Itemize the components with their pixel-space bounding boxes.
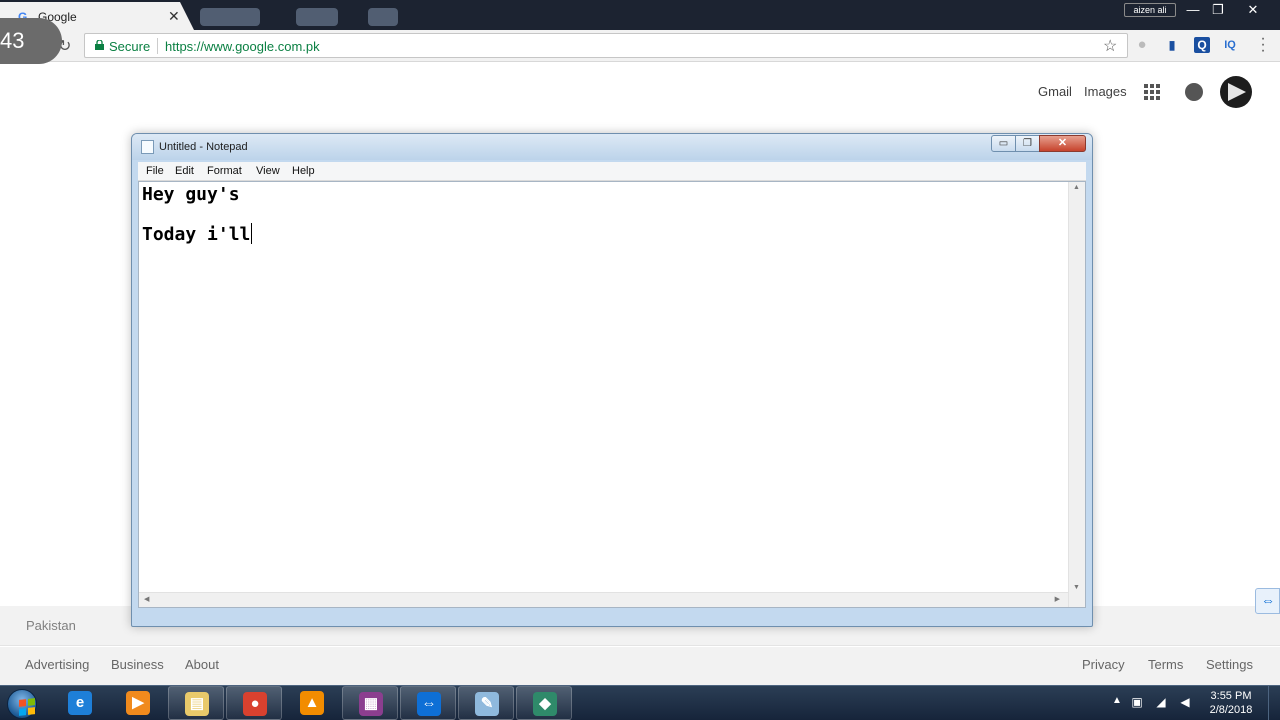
window-close-button[interactable]: ✕ xyxy=(1240,1,1266,19)
window-restore-button[interactable]: ❐ xyxy=(1205,1,1231,19)
browser-menu-icon[interactable]: · · · xyxy=(1258,31,1268,59)
network-signal-icon[interactable]: ◢ xyxy=(1154,694,1168,710)
extension-bookmark-icon[interactable]: ▮ xyxy=(1164,37,1180,53)
clock-date: 2/8/2018 xyxy=(1209,704,1253,716)
secure-label: Secure xyxy=(109,39,151,54)
screen: G Google ✕ aizen ali — ❐ ✕ 43 ↻ Secure h… xyxy=(0,0,1280,720)
footer-about-link[interactable]: About xyxy=(185,657,219,672)
tray-expand-icon[interactable]: ▲ xyxy=(1112,695,1122,706)
footer-business-link[interactable]: Business xyxy=(111,657,164,672)
notepad-titlebar[interactable]: Untitled - Notepad ▭ ❐ ✕ xyxy=(132,134,1092,160)
notifications-icon[interactable] xyxy=(1185,83,1203,101)
footer-terms-link[interactable]: Terms xyxy=(1148,657,1183,672)
notepad-menubar: File Edit Format View Help xyxy=(138,162,1086,181)
text-line-current: Today i'll xyxy=(142,223,253,245)
google-apps-icon[interactable] xyxy=(1144,84,1160,100)
file-explorer-icon: ▤ xyxy=(185,692,209,716)
internet-explorer-icon: e xyxy=(68,691,92,715)
overlay-counter: 43 xyxy=(0,18,62,64)
account-avatar[interactable] xyxy=(1220,76,1252,108)
taskbar-item-vlc[interactable]: ▲ xyxy=(284,686,340,720)
notepad-maximize-button[interactable]: ❐ xyxy=(1015,135,1040,152)
notepad-icon: ✎ xyxy=(475,692,499,716)
lock-icon xyxy=(95,40,104,50)
vertical-scrollbar[interactable]: ▲ ▼ xyxy=(1068,182,1085,607)
menu-format[interactable]: Format xyxy=(207,165,242,177)
taskbar-item-winrar[interactable]: ▦ xyxy=(342,686,398,720)
show-desktop-button[interactable] xyxy=(1268,686,1280,720)
taskbar-item-notepad[interactable]: ✎ xyxy=(458,686,514,720)
menu-edit[interactable]: Edit xyxy=(175,165,194,177)
menu-help[interactable]: Help xyxy=(292,165,315,177)
images-link[interactable]: Images xyxy=(1084,84,1127,99)
profile-badge[interactable]: aizen ali xyxy=(1124,3,1176,17)
window-minimize-button[interactable]: — xyxy=(1180,1,1206,19)
bookmark-star-icon[interactable]: ☆ xyxy=(1103,36,1117,56)
taskbar-item-teamviewer[interactable]: ⇔ xyxy=(400,686,456,720)
gmail-link[interactable]: Gmail xyxy=(1038,84,1072,99)
menu-view[interactable]: View xyxy=(256,165,280,177)
extension-iq-icon[interactable]: IQ xyxy=(1222,37,1238,53)
tab-close-icon[interactable]: ✕ xyxy=(168,8,180,25)
taskbar-item-internet-explorer[interactable]: e xyxy=(52,686,108,720)
menu-file[interactable]: File xyxy=(146,165,164,177)
tray-device-icon[interactable]: ▣ xyxy=(1130,694,1144,710)
horizontal-scrollbar[interactable]: ◀ ▶ xyxy=(139,592,1068,607)
media-player-icon: ▶ xyxy=(126,691,150,715)
taskbar-item-media-player[interactable]: ▶ xyxy=(110,686,166,720)
scroll-right-icon[interactable]: ▶ xyxy=(1055,595,1060,603)
notepad-minimize-button[interactable]: ▭ xyxy=(991,135,1016,152)
footer-privacy-link[interactable]: Privacy xyxy=(1082,657,1125,672)
system-clock[interactable]: 3:55 PM 2/8/2018 xyxy=(1204,689,1258,717)
text-line-content: Today i'll xyxy=(142,224,251,245)
vlc-icon: ▲ xyxy=(300,691,324,715)
address-separator xyxy=(157,38,158,54)
scroll-down-icon[interactable]: ▼ xyxy=(1073,584,1080,591)
browser-tab-strip: G Google ✕ aizen ali — ❐ ✕ xyxy=(0,0,1280,30)
footer-country: Pakistan xyxy=(26,618,76,633)
volume-icon[interactable]: ◀ xyxy=(1178,694,1192,710)
footer-settings-link[interactable]: Settings xyxy=(1206,657,1253,672)
taskbar-item-chrome[interactable]: ● xyxy=(226,686,282,720)
start-button[interactable] xyxy=(3,687,41,720)
notepad-close-button[interactable]: ✕ xyxy=(1039,135,1086,152)
notepad-title: Untitled - Notepad xyxy=(159,141,248,153)
extension-search-icon[interactable]: Q xyxy=(1194,37,1210,53)
notepad-window: Untitled - Notepad ▭ ❐ ✕ File Edit Forma… xyxy=(131,133,1093,627)
background-tab[interactable] xyxy=(296,8,338,26)
filmora-icon: ◆ xyxy=(533,692,557,716)
extension-circle-icon[interactable]: ● xyxy=(1134,37,1150,53)
text-line: Hey guy's xyxy=(142,184,240,205)
winrar-icon: ▦ xyxy=(359,692,383,716)
footer-advertising-link[interactable]: Advertising xyxy=(25,657,89,672)
taskbar-item-file-explorer[interactable]: ▤ xyxy=(168,686,224,720)
taskbar-item-filmora[interactable]: ◆ xyxy=(516,686,572,720)
taskbar: e ▶ ▤ ● ▲ ▦ ⇔ ✎ ◆ ▲ ▣ ◢ ◀ 3:55 PM 2/8/2018 xyxy=(0,685,1280,720)
chrome-icon: ● xyxy=(243,692,267,716)
scroll-up-icon[interactable]: ▲ xyxy=(1073,184,1080,191)
text-caret xyxy=(251,223,253,244)
notepad-text-area[interactable]: Hey guy's Today i'll ▲ ▼ ◀ ▶ xyxy=(138,181,1086,608)
teamviewer-panel-icon[interactable] xyxy=(1255,588,1280,614)
clock-time: 3:55 PM xyxy=(1210,690,1252,702)
notepad-icon xyxy=(141,140,154,154)
background-tab[interactable] xyxy=(200,8,260,26)
url-text[interactable]: https://www.google.com.pk xyxy=(165,39,320,54)
scroll-left-icon[interactable]: ◀ xyxy=(144,595,149,603)
background-tab[interactable] xyxy=(368,8,398,26)
teamviewer-icon: ⇔ xyxy=(417,692,441,716)
windows-orb-icon xyxy=(7,689,37,719)
address-bar[interactable]: Secure https://www.google.com.pk ☆ xyxy=(84,33,1128,58)
